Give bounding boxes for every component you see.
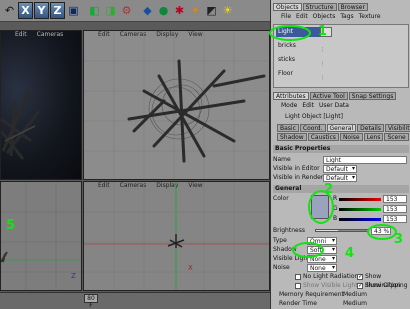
annotation-overlay [269, 25, 397, 258]
annotation-1: 1 [318, 24, 328, 39]
annotation-3: 3 [394, 232, 404, 247]
annotation-4: 4 [345, 246, 355, 261]
annotation-2: 2 [324, 182, 334, 197]
annotation-5: 5 [6, 218, 16, 233]
